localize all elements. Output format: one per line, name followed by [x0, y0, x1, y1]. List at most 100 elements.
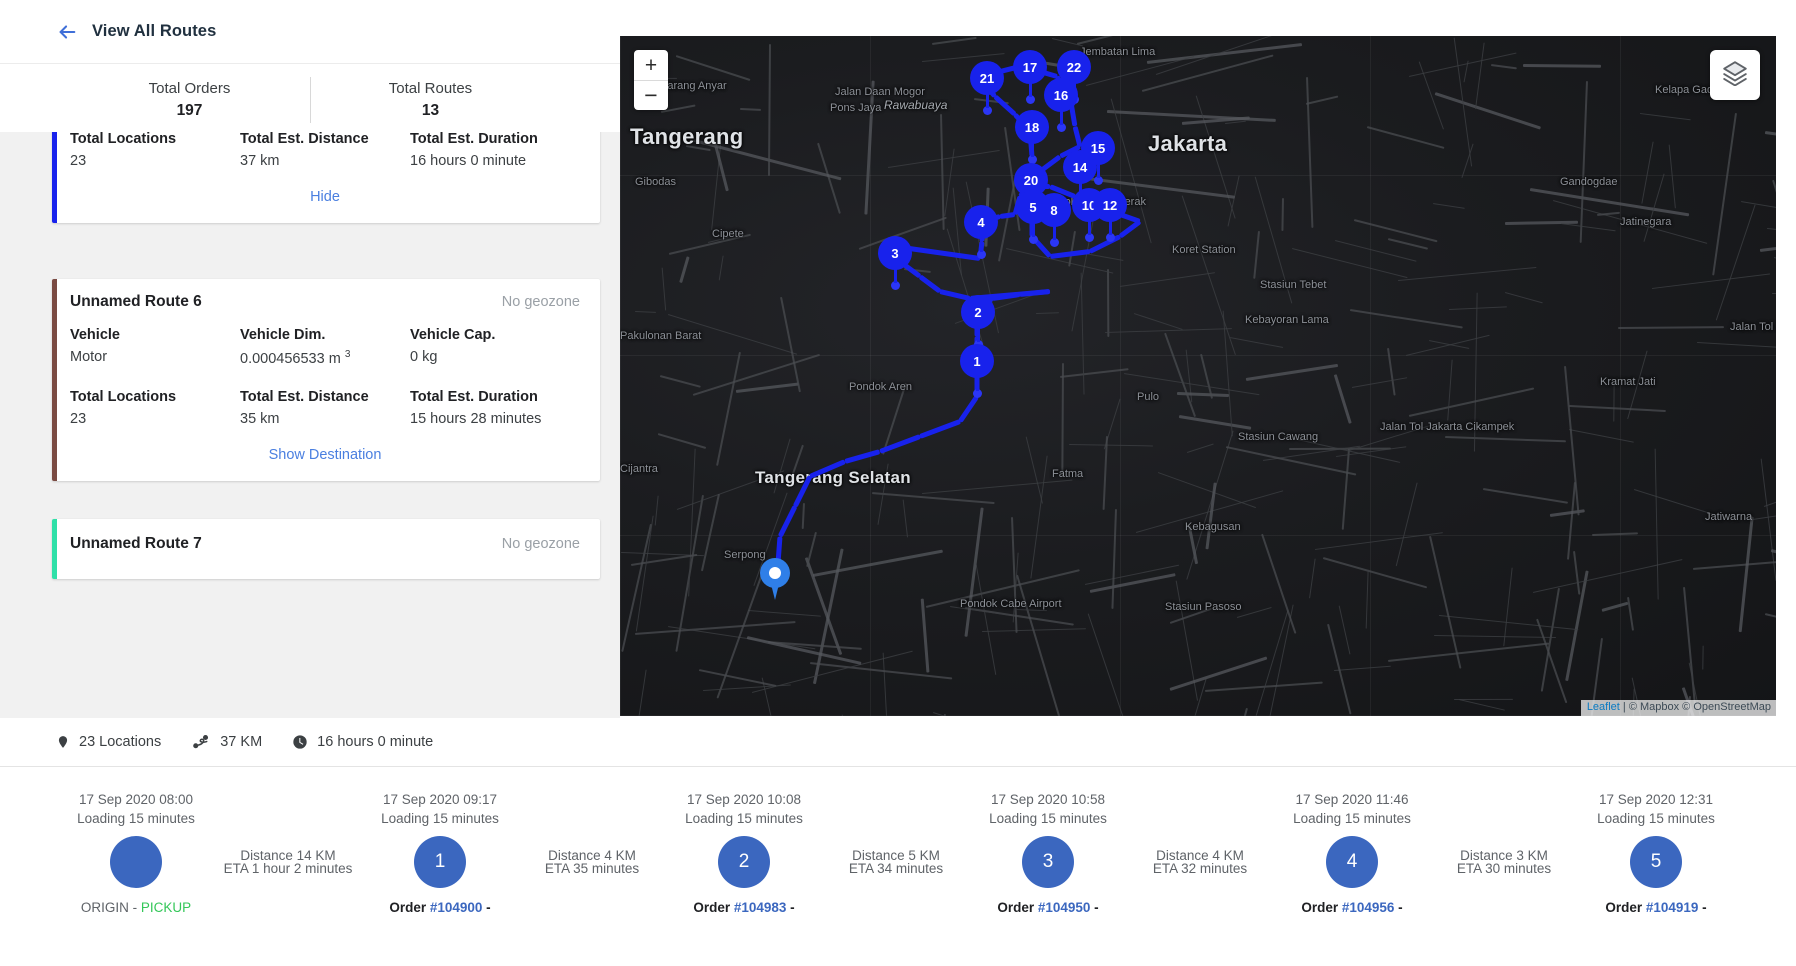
show-destination-button[interactable]: Show Destination: [70, 441, 580, 465]
field-label: Vehicle Cap.: [410, 327, 496, 343]
timeline-loading-time: Loading 15 minutes: [381, 811, 499, 826]
route-cards-list[interactable]: Vehicle Vehicle Dim. Vehicle Cap. Motor 0.00…: [0, 132, 620, 718]
map-marker-anchor-dot: [1084, 233, 1094, 242]
timeline-node-time: 17 Sep 2020 10:58 Loading 15 minutes: [989, 790, 1107, 828]
hide-route-button[interactable]: Hide: [70, 183, 580, 207]
timeline-node-time: 17 Sep 2020 11:46 Loading 15 minutes: [1293, 790, 1411, 828]
timeline-order-suffix: -: [786, 900, 795, 915]
field-label: Total Locations: [70, 388, 177, 405]
timeline-stop-number: 4: [1346, 851, 1358, 872]
map-marker[interactable]: 14: [1063, 150, 1097, 204]
stat-item: 37 KM: [191, 733, 262, 751]
timeline-order-suffix: -: [1090, 900, 1099, 915]
map-label: Cipete: [712, 228, 744, 240]
timeline-node: 17 Sep 2020 09:17 Loading 15 minutes 1 Orde…: [381, 792, 499, 915]
stat-item: 16 hours 0 minute: [292, 734, 433, 750]
map-marker[interactable]: 2: [961, 295, 995, 349]
timeline-origin-label: ORIGIN -: [80, 900, 141, 915]
timeline-order-id-link[interactable]: #104900: [430, 900, 483, 915]
timeline-order-id-link[interactable]: #104983: [734, 900, 787, 915]
segment-distance: Distance 14 KM: [240, 848, 336, 863]
map-marker[interactable]: 16: [1044, 78, 1078, 132]
field-value: 0 kg: [410, 349, 438, 365]
timeline-origin-circle[interactable]: [110, 836, 162, 888]
timeline-loading-time: Loading 15 minutes: [1293, 811, 1411, 826]
zoom-in-button[interactable]: +: [634, 50, 668, 80]
field-label: Vehicle: [70, 327, 120, 343]
timeline-stop-circle[interactable]: 4: [1326, 836, 1378, 888]
timeline-order-suffix: -: [482, 900, 491, 915]
origin-pin-head: [760, 558, 790, 588]
map-bottom-divider: [620, 716, 1796, 718]
map-marker-label: 16: [1053, 87, 1069, 103]
totals-summary: Total Orders 197 Total Routes 13: [0, 64, 620, 132]
map-marker[interactable]: 21: [970, 61, 1004, 115]
route-field-grid: Vehicle Vehicle Dim. Vehicle Cap. Motor 0.00…: [70, 321, 580, 441]
route-stats-strip: 23 Locations 37 KM 16 hours 0 minute: [0, 718, 620, 766]
map-label: Stasiun Tebet: [1260, 279, 1327, 291]
field-value: 37 km: [240, 152, 280, 169]
map-attribution: Leaflet | © Mapbox © OpenStreetMap: [1580, 700, 1776, 716]
timeline-loading-time: Loading 15 minutes: [685, 811, 803, 826]
timeline-node-time: 17 Sep 2020 10:08 Loading 15 minutes: [685, 790, 803, 828]
map-marker-anchor-dot: [972, 389, 982, 398]
field-value: 0.000456533 m 3: [240, 349, 351, 367]
timeline-stop-number: 3: [1042, 851, 1054, 872]
map-marker-label: 22: [1066, 59, 1082, 75]
map-label: Fatma: [1052, 468, 1084, 480]
map-label: Pondok Aren: [849, 381, 912, 393]
map-label: Koret Station: [1172, 244, 1236, 256]
map-marker[interactable]: 3: [878, 236, 912, 290]
field-label: Total Est. Distance: [240, 132, 369, 147]
timeline-timestamp: 17 Sep 2020 11:46: [1295, 792, 1409, 807]
timeline-order-id-link[interactable]: #104950: [1038, 900, 1091, 915]
map-label: Jalan Tol Jakarta Cikampek: [1380, 421, 1515, 433]
map-label: Gandogdae: [1560, 176, 1618, 188]
map-marker[interactable]: 4: [964, 205, 998, 259]
timeline-order-label: Order: [693, 900, 734, 915]
map-marker-label: 8: [1050, 202, 1058, 218]
timeline-stop-circle[interactable]: 5: [1630, 836, 1682, 888]
timeline-node-caption: Order #104983 -: [693, 898, 794, 917]
map-layers-button[interactable]: [1710, 50, 1760, 100]
map-marker[interactable]: 17: [1013, 50, 1047, 104]
map-marker[interactable]: 18: [1015, 110, 1049, 164]
origin-pin-icon[interactable]: [760, 558, 790, 600]
map-marker[interactable]: 1: [960, 344, 994, 398]
map-pin-icon: [56, 733, 70, 751]
timeline-node: 17 Sep 2020 10:08 Loading 15 minutes 2 Orde…: [685, 792, 803, 915]
route-accent-bar: [52, 132, 57, 223]
map-marker[interactable]: 8: [1037, 193, 1071, 247]
timeline-segment: ETA 35 minutes Distance 4 KM: [466, 841, 718, 883]
map-canvas[interactable]: Tangerang Jakarta Tangerang Selatan Pondok …: [620, 36, 1776, 716]
timeline-loading-time: Loading 15 minutes: [989, 811, 1107, 826]
route-card[interactable]: Unnamed Route 6 No geozone Vehicle Vehicle …: [52, 279, 600, 481]
attribution-providers: © Mapbox © OpenStreetMap: [1628, 701, 1771, 713]
timeline-order-id-link[interactable]: #104956: [1342, 900, 1395, 915]
map-label: Pakulonan Barat: [620, 330, 702, 342]
route-card-body: Unnamed Route 6 No geozone Vehicle Vehicle …: [52, 279, 600, 481]
map-marker[interactable]: 12: [1093, 188, 1127, 242]
timeline-stop-circle[interactable]: 2: [718, 836, 770, 888]
map-marker-anchor-dot: [1105, 233, 1115, 242]
timeline-order-id-link[interactable]: #104919: [1646, 900, 1699, 915]
leaflet-link[interactable]: Leaflet: [1587, 701, 1620, 713]
timeline-node-time: 17 Sep 2020 08:00 Loading 15 minutes: [77, 790, 195, 828]
map-label: Pulo: [1137, 391, 1160, 403]
timeline-segment: ETA 32 minutes Distance 4 KM: [1074, 841, 1326, 883]
route-card[interactable]: Unnamed Route 7 No geozone: [52, 519, 600, 579]
zoom-out-button[interactable]: −: [634, 80, 668, 110]
timeline-stop-circle[interactable]: 1: [414, 836, 466, 888]
route-card[interactable]: VehicleVehicle Dim.Vehicle Cap.Motor0.00…: [52, 132, 600, 223]
arrow-left-icon[interactable]: [56, 21, 78, 43]
map-label: Kebagusan: [1185, 521, 1241, 533]
timeline-stop-circle[interactable]: 3: [1022, 836, 1074, 888]
view-all-routes-link[interactable]: View All Routes: [92, 22, 216, 41]
map-marker-label: 2: [974, 304, 982, 320]
segment-distance: Distance 4 KM: [548, 848, 636, 863]
map-label: Jembatan Lima: [1080, 46, 1156, 58]
route-icon: [191, 733, 211, 751]
total-orders-value: 197: [176, 102, 203, 119]
timeline-segment: ETA 30 minutes Distance 3 KM: [1378, 841, 1630, 883]
route-title: Unnamed Route 7: [70, 535, 202, 552]
